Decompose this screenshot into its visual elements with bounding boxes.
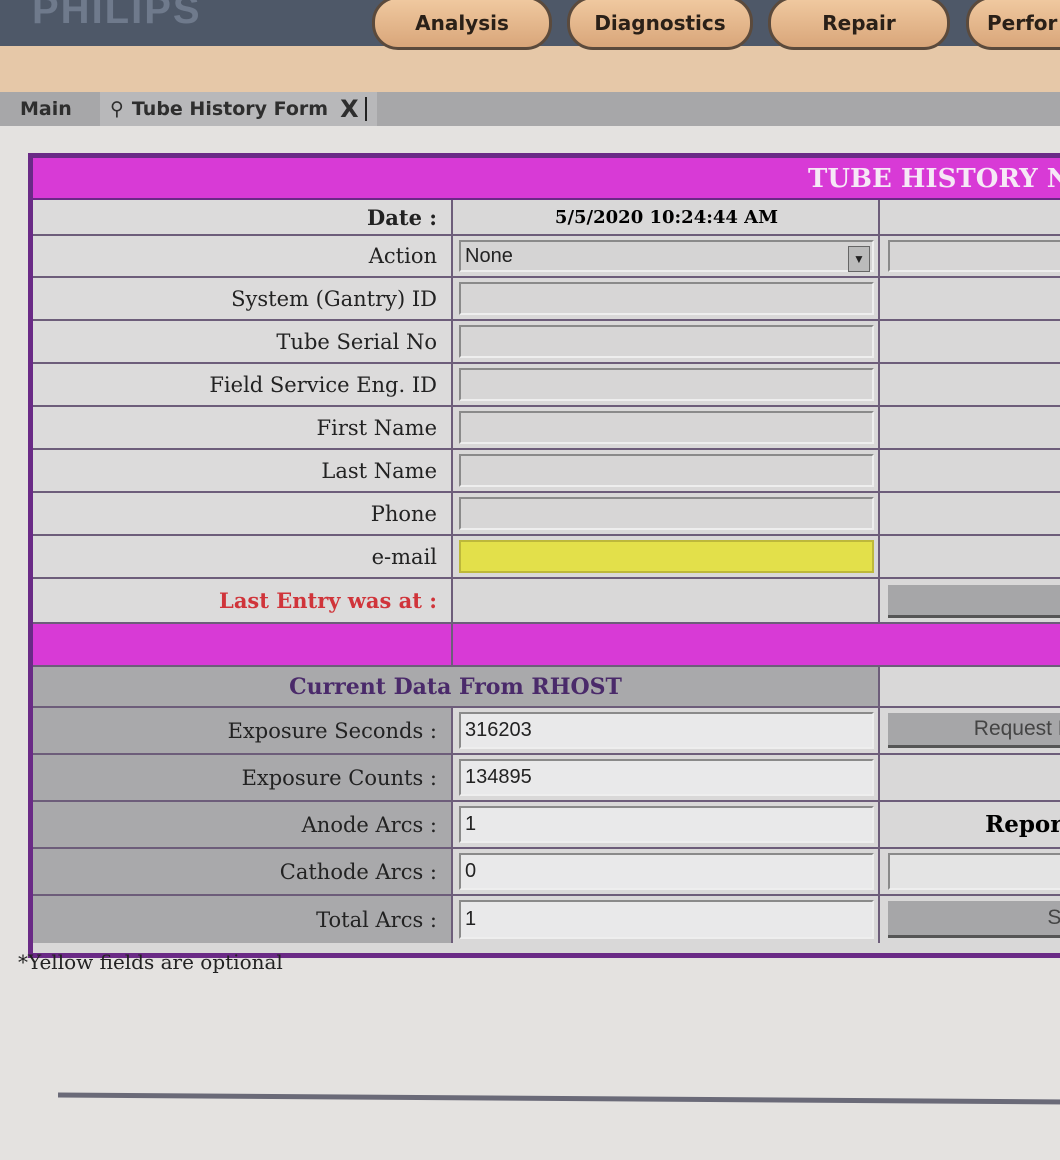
tab-separator — [364, 97, 367, 121]
field-label: Last Name — [33, 450, 453, 491]
action-label: Action — [33, 236, 453, 276]
form-header: TUBE HISTORY N — [33, 158, 1060, 200]
field-row: System (Gantry) ID — [33, 278, 1060, 321]
last-name-input[interactable] — [459, 454, 874, 487]
nav-tab-repair[interactable]: Repair — [768, 0, 950, 50]
tab-label: Tube History Form — [131, 98, 329, 120]
field-label: Phone — [33, 493, 453, 534]
tab-main[interactable]: Main — [20, 92, 72, 126]
current-label: Anode Arcs : — [33, 802, 453, 847]
current-row: Cathode Arcs :0 — [33, 849, 1060, 896]
cathode-arcs-field[interactable]: 0 — [459, 853, 874, 890]
tab-tube-history-form[interactable]: ⚲ Tube History Form X — [100, 92, 377, 126]
nav-band — [0, 46, 1060, 92]
nav-tab-diagnostics[interactable]: Diagnostics — [567, 0, 753, 50]
action-row: Action None ▼ — [33, 236, 1060, 278]
current-row: Exposure Seconds :316203 Request D — [33, 708, 1060, 755]
save-button[interactable]: Sa — [888, 901, 1060, 938]
field-row: Field Service Eng. ID — [33, 364, 1060, 407]
fse-id-input[interactable] — [459, 368, 874, 401]
current-row: Total Arcs :1 Sa — [33, 896, 1060, 943]
report-label: Report — [985, 811, 1060, 838]
current-label: Exposure Seconds : — [33, 708, 453, 753]
document-tab-strip: Main ⚲ Tube History Form X — [0, 92, 1060, 126]
request-data-button[interactable]: Request D — [888, 713, 1060, 748]
right-gray-button[interactable] — [888, 585, 1060, 618]
last-entry-value — [455, 579, 880, 622]
field-row: Phone — [33, 493, 1060, 536]
field-label: First Name — [33, 407, 453, 448]
action-extra-field[interactable] — [888, 240, 1060, 272]
current-data-header-row: Current Data From RHOST — [33, 667, 1060, 708]
form-title: TUBE HISTORY N — [808, 164, 1060, 194]
nav-tab-analysis[interactable]: Analysis — [372, 0, 552, 50]
current-label: Total Arcs : — [33, 896, 453, 943]
pin-icon[interactable]: ⚲ — [110, 98, 124, 120]
magenta-divider — [33, 624, 1060, 667]
field-label: Tube Serial No — [33, 321, 453, 362]
phone-input[interactable] — [459, 497, 874, 530]
current-row: Exposure Counts :134895 — [33, 755, 1060, 802]
philips-logo: PHILIPS — [32, 0, 202, 32]
current-data-header: Current Data From RHOST — [33, 667, 880, 706]
exposure-seconds-field[interactable]: 316203 — [459, 712, 874, 749]
field-row: Tube Serial No — [33, 321, 1060, 364]
current-row: Anode Arcs :1 Report — [33, 802, 1060, 849]
close-icon[interactable]: X — [340, 95, 359, 123]
current-label: Exposure Counts : — [33, 755, 453, 800]
field-label: Field Service Eng. ID — [33, 364, 453, 405]
exposure-counts-field[interactable]: 134895 — [459, 759, 874, 796]
field-row: e-mail — [33, 536, 1060, 579]
field-label: System (Gantry) ID — [33, 278, 453, 319]
chevron-down-icon[interactable]: ▼ — [848, 246, 870, 272]
date-label: Date : — [33, 200, 453, 234]
last-entry-row: Last Entry was at : — [33, 579, 1060, 624]
current-label: Cathode Arcs : — [33, 849, 453, 894]
divider-cell — [33, 624, 453, 665]
field-row: First Name — [33, 407, 1060, 450]
optional-fields-note: *Yellow fields are optional — [18, 950, 283, 974]
system-id-input[interactable] — [459, 282, 874, 315]
action-value: None — [465, 244, 513, 267]
action-select[interactable]: None ▼ — [459, 240, 874, 272]
anode-arcs-field[interactable]: 1 — [459, 806, 874, 843]
nav-tab-performance[interactable]: Perfor — [966, 0, 1060, 50]
first-name-input[interactable] — [459, 411, 874, 444]
last-entry-label: Last Entry was at : — [33, 579, 453, 622]
divider-line — [57, 1092, 1060, 1105]
tube-history-form: TUBE HISTORY N Date : 5/5/2020 10:24:44 … — [28, 153, 1060, 958]
report-input[interactable] — [888, 853, 1060, 890]
total-arcs-field[interactable]: 1 — [459, 900, 874, 939]
field-label: e-mail — [33, 536, 453, 577]
field-row: Last Name — [33, 450, 1060, 493]
date-row: Date : 5/5/2020 10:24:44 AM — [33, 200, 1060, 236]
date-value: 5/5/2020 10:24:44 AM — [455, 200, 880, 234]
tube-serial-input[interactable] — [459, 325, 874, 358]
email-input[interactable] — [459, 540, 874, 573]
